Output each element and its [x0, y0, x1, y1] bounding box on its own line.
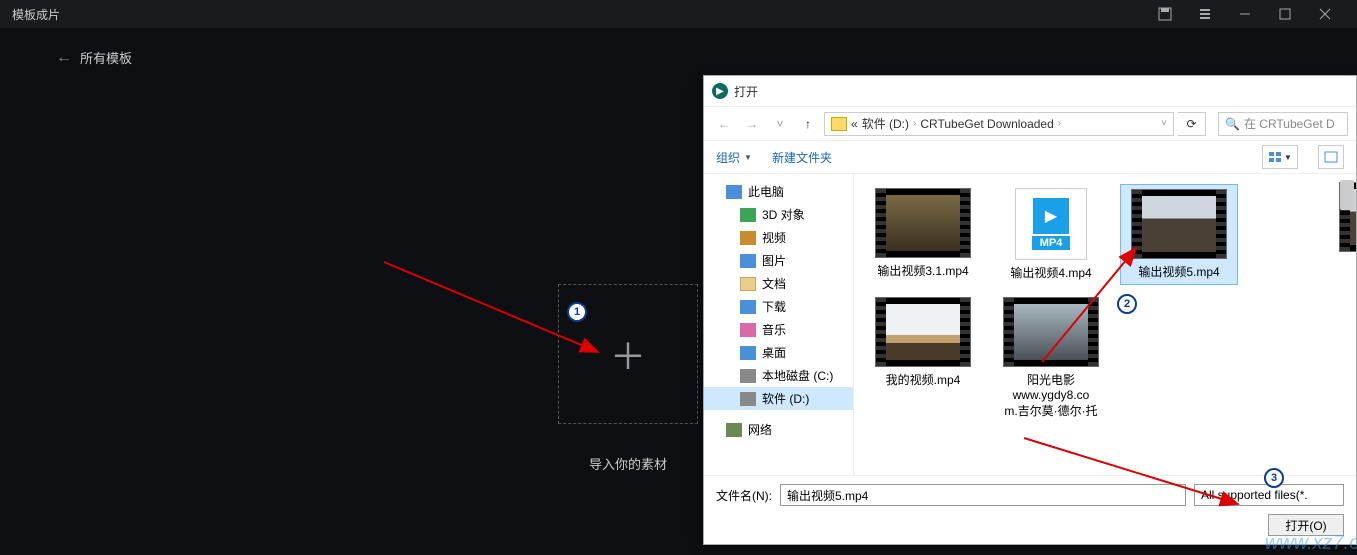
- tree-documents[interactable]: 文档: [704, 272, 853, 295]
- back-arrow-icon: ←: [56, 49, 72, 67]
- dialog-titlebar: ▶ 打开: [704, 76, 1356, 106]
- tree-this-pc[interactable]: 此电脑: [704, 180, 853, 203]
- file-item[interactable]: 我的视频.mp4: [864, 293, 982, 423]
- tree-3d-objects[interactable]: 3D 对象: [704, 203, 853, 226]
- nav-forward-button: →: [740, 112, 764, 136]
- close-button[interactable]: [1305, 0, 1345, 28]
- chevron-right-icon: ›: [1058, 118, 1061, 129]
- drop-caption: 导入你的素材: [558, 454, 698, 473]
- tree-disk-d[interactable]: 软件 (D:): [704, 387, 853, 410]
- scrollbar[interactable]: [1340, 180, 1354, 210]
- folder-tree[interactable]: 此电脑 3D 对象 视频 图片 文档 下载 音乐 桌面 本地磁盘 (C:) 软件…: [704, 174, 854, 475]
- help-button[interactable]: [1318, 145, 1344, 169]
- file-list[interactable]: 输出视频3.1.mp4 ▶ MP4 输出视频4.mp4 输出视频5.mp4 我的…: [854, 174, 1356, 475]
- file-name: 输出视频5.mp4: [1138, 263, 1219, 280]
- filetype-select[interactable]: All supported files(*.: [1194, 484, 1344, 506]
- app-titlebar: 模板成片: [0, 0, 1357, 28]
- tree-disk-c[interactable]: 本地磁盘 (C:): [704, 364, 853, 387]
- file-item-selected[interactable]: 输出视频5.mp4: [1120, 184, 1238, 285]
- maximize-button[interactable]: [1265, 0, 1305, 28]
- dialog-toolbar: 组织 ▼ 新建文件夹 ▼: [704, 140, 1356, 174]
- tree-pictures[interactable]: 图片: [704, 249, 853, 272]
- file-item[interactable]: ▶ MP4 输出视频4.mp4: [992, 184, 1110, 285]
- chevron-down-icon: ▼: [1284, 153, 1292, 162]
- tree-desktop[interactable]: 桌面: [704, 341, 853, 364]
- dialog-title: 打开: [734, 83, 758, 100]
- filename-label: 文件名(N):: [716, 487, 772, 504]
- app-icon: ▶: [712, 83, 728, 99]
- dialog-main: 此电脑 3D 对象 视频 图片 文档 下载 音乐 桌面 本地磁盘 (C:) 软件…: [704, 174, 1356, 475]
- nav-back-button[interactable]: ←: [712, 112, 736, 136]
- search-icon: 🔍: [1225, 117, 1240, 131]
- address-bar[interactable]: « 软件 (D:) › CRTubeGet Downloaded › ˅: [824, 112, 1174, 136]
- organize-button[interactable]: 组织 ▼: [716, 149, 752, 166]
- back-label: 所有模板: [80, 48, 132, 67]
- folder-icon: [831, 117, 847, 131]
- app-title: 模板成片: [12, 6, 1145, 23]
- minimize-button[interactable]: [1225, 0, 1265, 28]
- breadcrumb-part-1[interactable]: 软件 (D:): [862, 115, 909, 132]
- tree-videos[interactable]: 视频: [704, 226, 853, 249]
- chevron-right-icon: ›: [913, 118, 916, 129]
- new-folder-button[interactable]: 新建文件夹: [772, 149, 832, 166]
- list-icon[interactable]: [1185, 0, 1225, 28]
- file-open-dialog: ▶ 打开 ← → ˅ ↑ « 软件 (D:) › CRTubeGet Downl…: [703, 75, 1357, 545]
- dialog-nav: ← → ˅ ↑ « 软件 (D:) › CRTubeGet Downloaded…: [704, 106, 1356, 140]
- chevron-down-icon: ▼: [744, 153, 752, 162]
- nav-recent-button[interactable]: ˅: [768, 112, 792, 136]
- view-options-button[interactable]: ▼: [1262, 145, 1298, 169]
- annotation-badge-2: 2: [1117, 294, 1137, 314]
- refresh-button[interactable]: ⟳: [1178, 112, 1206, 136]
- search-input[interactable]: 🔍 在 CRTubeGet D: [1218, 112, 1348, 136]
- tree-network[interactable]: 网络: [704, 418, 853, 441]
- breadcrumb-ellipsis: «: [851, 117, 858, 131]
- tree-music[interactable]: 音乐: [704, 318, 853, 341]
- file-name: 输出视频3.1.mp4: [877, 262, 968, 279]
- annotation-badge-3: 3: [1264, 468, 1284, 488]
- dialog-bottom: 文件名(N): All supported files(*. 打开(O): [704, 475, 1356, 544]
- annotation-badge-1: 1: [567, 302, 587, 322]
- filename-input[interactable]: [780, 484, 1186, 506]
- nav-up-button[interactable]: ↑: [796, 112, 820, 136]
- file-name: 输出视频4.mp4: [1010, 264, 1091, 281]
- file-item[interactable]: 阳光电影 www.ygdy8.co m.吉尔莫·德尔·托: [992, 293, 1110, 423]
- plus-icon: ＋: [610, 328, 646, 380]
- chevron-down-icon[interactable]: ˅: [1161, 118, 1167, 129]
- mp4-file-icon: ▶ MP4: [1015, 188, 1087, 260]
- save-icon[interactable]: [1145, 0, 1185, 28]
- file-name: 我的视频.mp4: [886, 371, 961, 388]
- tree-downloads[interactable]: 下载: [704, 295, 853, 318]
- search-placeholder: 在 CRTubeGet D: [1244, 115, 1335, 132]
- file-name: 阳光电影 www.ygdy8.co m.吉尔莫·德尔·托: [1004, 371, 1097, 419]
- breadcrumb-part-2[interactable]: CRTubeGet Downloaded: [920, 117, 1053, 131]
- file-item[interactable]: 输出视频3.1.mp4: [864, 184, 982, 285]
- open-button[interactable]: 打开(O): [1268, 514, 1344, 536]
